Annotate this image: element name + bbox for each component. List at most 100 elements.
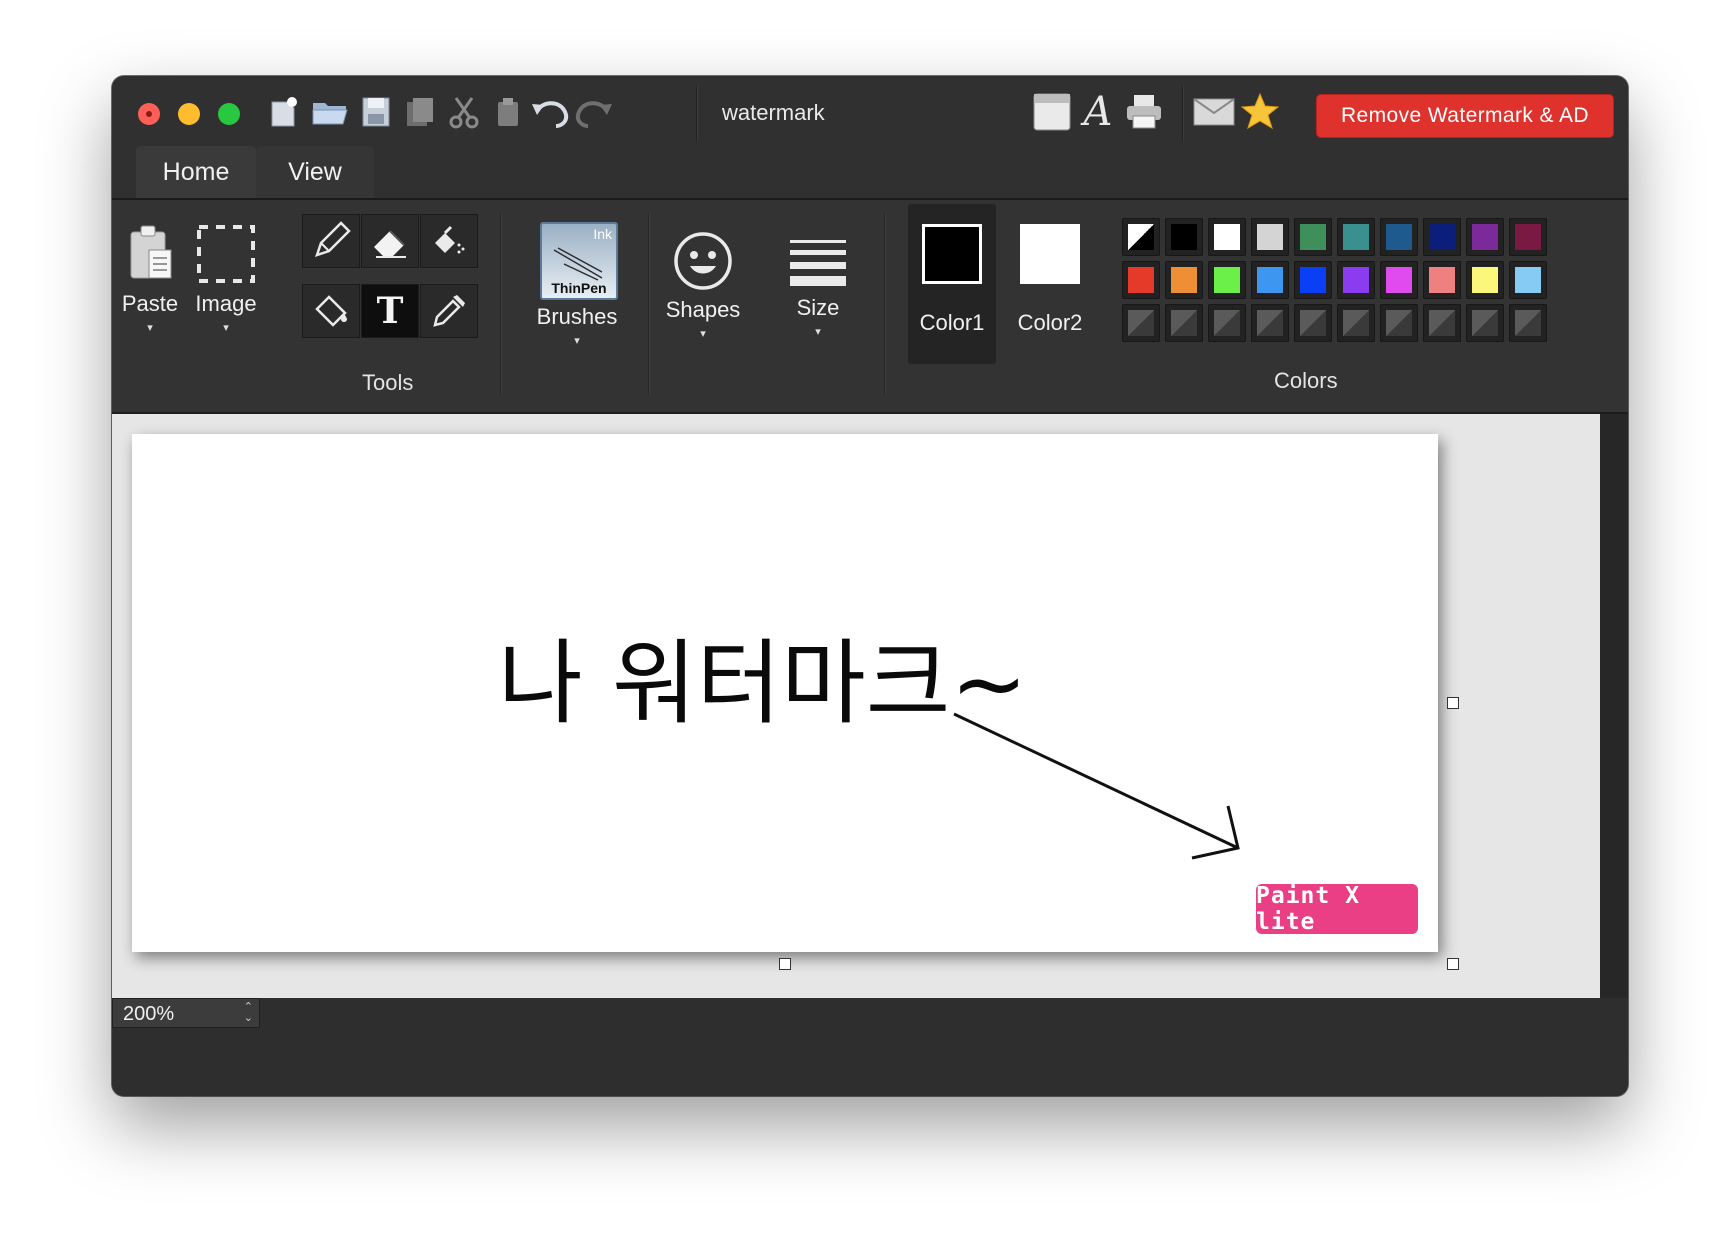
palette-swatch[interactable]	[1294, 261, 1332, 299]
brushes-button[interactable]: Brushes ▾	[526, 304, 628, 347]
palette-swatch[interactable]	[1423, 218, 1461, 256]
palette-custom-swatch[interactable]	[1380, 304, 1418, 342]
swatch-fill	[1214, 267, 1240, 293]
palette-custom-swatch[interactable]	[1423, 304, 1461, 342]
palette-swatch[interactable]	[1466, 218, 1504, 256]
star-icon[interactable]	[1238, 90, 1282, 134]
text-tool[interactable]: T	[361, 284, 419, 338]
empty-swatch-icon	[1515, 310, 1541, 336]
palette-swatch[interactable]	[1165, 218, 1203, 256]
palette-swatch[interactable]	[1466, 261, 1504, 299]
paint-bucket-icon	[315, 295, 347, 327]
new-file-icon[interactable]	[262, 90, 306, 134]
palette-swatch[interactable]	[1337, 218, 1375, 256]
palette-custom-swatch[interactable]	[1251, 304, 1289, 342]
palette-custom-swatch[interactable]	[1294, 304, 1332, 342]
ribbon-tabs: Home View	[112, 146, 1628, 200]
resize-handle-right[interactable]	[1447, 697, 1459, 709]
copy-icon[interactable]	[398, 90, 442, 134]
printer-icon[interactable]	[1122, 90, 1166, 134]
swatch-fill	[1257, 224, 1283, 250]
image-button[interactable]: Image ▾	[190, 222, 262, 334]
canvas-workspace[interactable]: 나 워터마크~ Paint X lite	[112, 414, 1600, 998]
empty-swatch-icon	[1472, 310, 1498, 336]
palette-swatch[interactable]	[1251, 218, 1289, 256]
minimize-window-button[interactable]	[178, 103, 200, 125]
palette-swatch[interactable]	[1509, 261, 1547, 299]
empty-swatch-icon	[1300, 310, 1326, 336]
palette-swatch[interactable]	[1208, 261, 1246, 299]
color2-swatch	[1020, 224, 1080, 284]
title-bar: watermark A Remove Watermark & AD	[112, 76, 1628, 146]
swatch-fill	[1429, 267, 1455, 293]
paste-label: Paste	[121, 291, 179, 316]
eyedropper-icon	[433, 295, 465, 327]
text-tool-icon: T	[376, 290, 404, 332]
paste-dropdown-caret[interactable]: ▾	[116, 321, 184, 334]
zoom-stepper[interactable]: 200% ⌃ ⌄	[112, 998, 260, 1028]
palette-swatch[interactable]	[1509, 218, 1547, 256]
paste-icon[interactable]	[486, 90, 530, 134]
size-button[interactable]: Size ▾	[776, 236, 860, 338]
empty-swatch-icon	[1257, 310, 1283, 336]
resize-handle-bottom[interactable]	[779, 958, 791, 970]
window-icon[interactable]	[1030, 90, 1074, 134]
image-dropdown-caret[interactable]: ▾	[190, 321, 262, 334]
titlebar-divider	[1182, 86, 1183, 142]
palette-swatch[interactable]	[1208, 218, 1246, 256]
vertical-scrollbar[interactable]	[1600, 414, 1628, 998]
color1-button[interactable]: Color1	[908, 204, 996, 364]
palette-swatch[interactable]	[1165, 261, 1203, 299]
shapes-button[interactable]: Shapes ▾	[656, 230, 750, 340]
cut-icon[interactable]	[442, 90, 486, 134]
brush-ink-label: Ink	[593, 226, 612, 242]
palette-swatch[interactable]	[1380, 218, 1418, 256]
palette-swatch[interactable]	[1337, 261, 1375, 299]
palette-swatch[interactable]	[1423, 261, 1461, 299]
palette-custom-swatch[interactable]	[1509, 304, 1547, 342]
tab-view[interactable]: View	[256, 146, 374, 198]
eraser-icon	[374, 230, 406, 258]
airbrush-tool[interactable]	[420, 214, 478, 268]
tab-home[interactable]: Home	[136, 146, 256, 198]
remove-watermark-button[interactable]: Remove Watermark & AD	[1316, 94, 1614, 138]
zoom-window-button[interactable]	[218, 103, 240, 125]
palette-custom-swatch[interactable]	[1466, 304, 1504, 342]
palette-custom-swatch[interactable]	[1337, 304, 1375, 342]
save-icon[interactable]	[354, 90, 398, 134]
brush-preview[interactable]: Ink ThinPen	[540, 222, 618, 300]
palette-custom-swatch[interactable]	[1208, 304, 1246, 342]
brush-name-label: ThinPen	[551, 280, 607, 296]
palette-custom-swatch[interactable]	[1165, 304, 1203, 342]
zoom-arrows-icon[interactable]: ⌃ ⌄	[244, 1002, 253, 1024]
palette-swatch[interactable]	[1380, 261, 1418, 299]
palette-swatch[interactable]	[1294, 218, 1332, 256]
mail-icon[interactable]	[1192, 90, 1236, 134]
paste-button[interactable]: Paste ▾	[116, 222, 184, 334]
resize-handle-corner[interactable]	[1447, 958, 1459, 970]
open-folder-icon[interactable]	[308, 90, 352, 134]
brushes-dropdown-caret[interactable]: ▾	[526, 334, 628, 347]
swatch-fill	[1429, 224, 1455, 250]
empty-swatch-icon	[1128, 310, 1154, 336]
close-window-button[interactable]	[138, 103, 160, 125]
eraser-tool[interactable]	[361, 214, 419, 268]
palette-swap-swatch[interactable]	[1122, 218, 1160, 256]
drawing-canvas[interactable]: 나 워터마크~ Paint X lite	[132, 434, 1438, 952]
swatch-fill	[1515, 224, 1541, 250]
clipboard-icon	[130, 225, 172, 279]
pencil-tool[interactable]	[302, 214, 360, 268]
palette-swatch[interactable]	[1122, 261, 1160, 299]
shapes-dropdown-caret[interactable]: ▾	[656, 327, 750, 340]
fill-tool[interactable]	[302, 284, 360, 338]
color2-button[interactable]: Color2	[1006, 204, 1094, 364]
palette-swatch[interactable]	[1251, 261, 1289, 299]
size-dropdown-caret[interactable]: ▾	[776, 325, 860, 338]
empty-swatch-icon	[1343, 310, 1369, 336]
color-picker-tool[interactable]	[420, 284, 478, 338]
redo-icon[interactable]	[572, 90, 616, 134]
palette-custom-swatch[interactable]	[1122, 304, 1160, 342]
font-icon[interactable]: A	[1076, 89, 1120, 135]
spray-icon	[435, 225, 465, 254]
undo-icon[interactable]	[528, 90, 572, 134]
